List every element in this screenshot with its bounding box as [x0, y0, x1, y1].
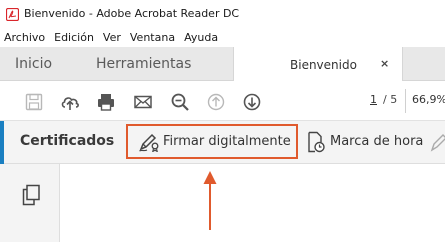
close-tab-icon[interactable]: ×	[380, 57, 389, 70]
menu-archivo[interactable]: Archivo	[4, 31, 45, 44]
zoom-out-icon[interactable]	[170, 92, 190, 112]
menu-ayuda[interactable]: Ayuda	[184, 31, 218, 44]
menu-ver[interactable]: Ver	[103, 31, 121, 44]
save-icon[interactable]	[24, 92, 44, 112]
window-title: Bienvenido - Adobe Acrobat Reader DC	[24, 7, 240, 20]
title-bar: Bienvenido - Adobe Acrobat Reader DC	[0, 0, 445, 27]
timestamp-label: Marca de hora	[330, 134, 424, 149]
menu-edicion[interactable]: Edición	[54, 31, 94, 44]
page-down-icon[interactable]	[242, 92, 262, 112]
menu-ventana[interactable]: Ventana	[130, 31, 175, 44]
zoom-input[interactable]: 66,9%	[412, 93, 445, 106]
pages-icon[interactable]	[21, 184, 41, 206]
callout-arrow	[203, 171, 217, 230]
email-icon[interactable]	[133, 92, 153, 112]
tab-herramientas[interactable]: Herramientas	[96, 47, 191, 81]
left-side-panel	[0, 164, 60, 242]
sign-digitally-button[interactable]: Firmar digitalmente	[126, 124, 298, 159]
active-tool-accent	[0, 121, 4, 164]
sign-digitally-label: Firmar digitalmente	[163, 134, 291, 149]
tab-bar: Inicio Herramientas Bienvenido ×	[0, 47, 445, 82]
menu-bar: Archivo Edición Ver Ventana Ayuda	[0, 27, 445, 47]
print-icon[interactable]	[96, 92, 116, 112]
page-up-icon[interactable]	[206, 92, 226, 112]
tab-document-label: Bienvenido	[290, 57, 357, 72]
timestamp-button[interactable]: Marca de hora	[307, 124, 423, 159]
timestamp-icon	[308, 131, 325, 152]
main-toolbar: 1 / 5 66,9%	[0, 81, 445, 121]
page-total: / 5	[383, 93, 398, 106]
page-number-input[interactable]: 1	[370, 93, 378, 109]
certificates-toolbar: Certificados Firmar digitalmente Marca d…	[0, 121, 445, 164]
toolbar-divider	[405, 89, 406, 113]
sign-pen-icon	[139, 133, 159, 152]
tab-document[interactable]: Bienvenido	[233, 47, 403, 82]
upload-cloud-icon[interactable]	[60, 92, 80, 112]
certificates-title: Certificados	[20, 133, 115, 149]
tab-inicio[interactable]: Inicio	[15, 47, 52, 81]
pen-icon[interactable]	[428, 133, 445, 153]
pdf-app-icon	[6, 8, 19, 21]
